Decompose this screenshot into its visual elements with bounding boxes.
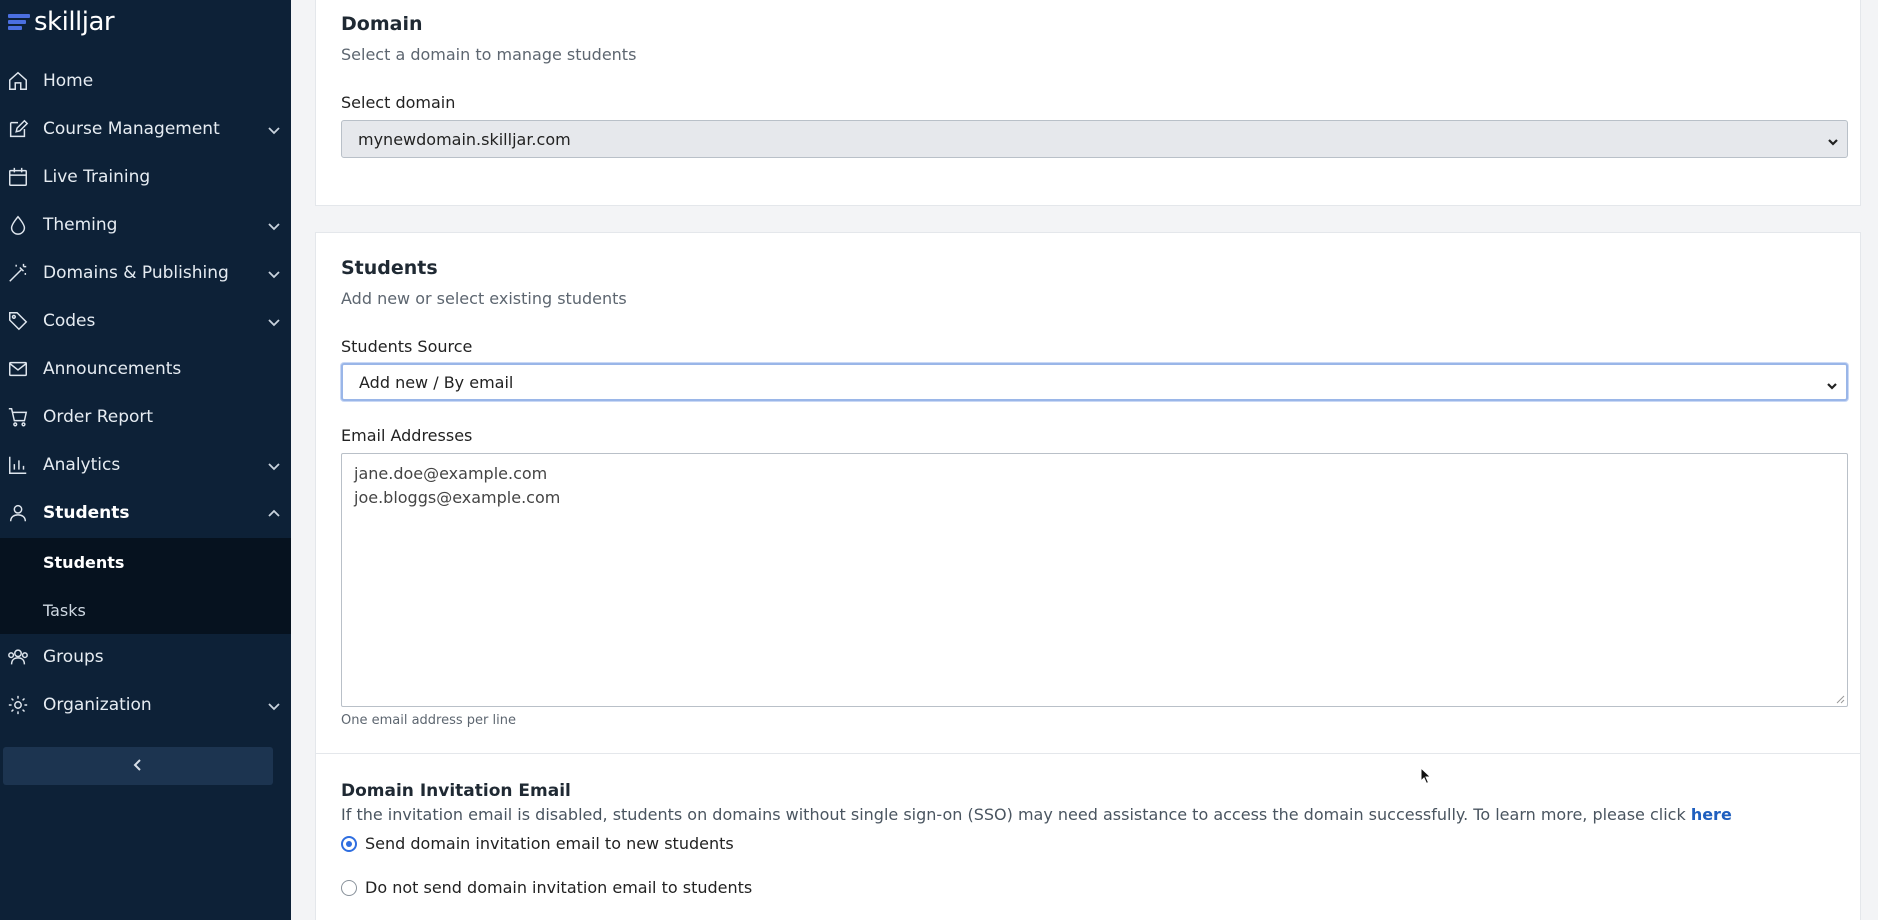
- cart-icon: [7, 406, 29, 428]
- chevron-down-icon: [1826, 377, 1838, 390]
- send-invitation-label: Send domain invitation email to new stud…: [365, 834, 734, 853]
- email-addresses-help: One email address per line: [341, 713, 516, 728]
- sidebar-item-label: Organization: [43, 695, 152, 715]
- subnav-item-label: Tasks: [43, 600, 86, 620]
- sidebar-item-label: Theming: [43, 215, 118, 235]
- resize-handle-icon[interactable]: [1835, 694, 1845, 704]
- invitation-description-text: If the invitation email is disabled, stu…: [341, 805, 1686, 824]
- sidebar-item-label: Announcements: [43, 359, 182, 379]
- domain-card: Domain Select a domain to manage student…: [315, 0, 1861, 206]
- domain-section-title: Domain: [341, 13, 423, 35]
- edit-icon: [7, 118, 29, 140]
- tag-icon: [7, 310, 29, 332]
- sidebar-item-groups[interactable]: Groups: [0, 633, 291, 681]
- send-invitation-radio[interactable]: [341, 835, 357, 852]
- subnav-item-students[interactable]: Students: [0, 538, 291, 586]
- brand-name: skilljar: [34, 7, 115, 37]
- chevron-down-icon: [267, 458, 281, 472]
- domain-select[interactable]: mynewdomain.skilljar.com: [341, 120, 1848, 158]
- students-source-value: Add new / By email: [359, 372, 514, 392]
- bar-chart-icon: [7, 454, 29, 476]
- sidebar-item-label: Home: [43, 71, 94, 91]
- invitation-description: If the invitation email is disabled, stu…: [341, 805, 1732, 824]
- mail-icon: [7, 358, 29, 380]
- sidebar-item-label: Analytics: [43, 455, 121, 475]
- sidebar-item-label: Live Training: [43, 167, 151, 187]
- students-card: Students Add new or select existing stud…: [315, 232, 1861, 920]
- do-not-send-invitation-label: Do not send domain invitation email to s…: [365, 878, 753, 897]
- user-icon: [7, 502, 29, 524]
- email-line: jane.doe@example.com: [354, 464, 548, 483]
- collapse-sidebar-button[interactable]: [3, 747, 273, 785]
- learn-more-link[interactable]: here: [1691, 805, 1732, 824]
- sidebar-item-analytics[interactable]: Analytics: [0, 441, 291, 489]
- sidebar-item-organization[interactable]: Organization: [0, 681, 291, 729]
- mouse-cursor-icon: [1420, 767, 1432, 785]
- do-not-send-invitation-radio[interactable]: [341, 879, 357, 896]
- email-addresses-textarea[interactable]: jane.doe@example.com joe.bloggs@example.…: [341, 453, 1848, 707]
- sidebar-item-label: Groups: [43, 647, 104, 667]
- subnav-item-tasks[interactable]: Tasks: [0, 586, 291, 634]
- students-subnav: Students Tasks: [0, 538, 291, 634]
- sidebar-item-students[interactable]: Students: [0, 489, 291, 537]
- invitation-section-title: Domain Invitation Email: [341, 781, 571, 801]
- sidebar-item-label: Course Management: [43, 119, 220, 139]
- chevron-up-icon: [267, 506, 281, 520]
- chevron-down-icon: [267, 314, 281, 328]
- students-source-label: Students Source: [341, 337, 473, 356]
- users-icon: [7, 646, 29, 668]
- sidebar-item-theming[interactable]: Theming: [0, 201, 291, 249]
- chevron-down-icon: [1827, 133, 1839, 146]
- wand-icon: [7, 262, 29, 284]
- sidebar-item-label: Domains & Publishing: [43, 263, 229, 283]
- calendar-icon: [7, 166, 29, 188]
- chevron-left-icon: [131, 757, 145, 776]
- sidebar: skilljar Home Course Management Live Tra…: [0, 0, 291, 920]
- sidebar-item-label: Order Report: [43, 407, 154, 427]
- logo-mark-icon: [8, 11, 30, 33]
- email-line: joe.bloggs@example.com: [354, 488, 561, 507]
- section-divider: [316, 753, 1860, 754]
- students-section-subtitle: Add new or select existing students: [341, 289, 627, 308]
- home-icon: [7, 70, 29, 92]
- sidebar-item-announcements[interactable]: Announcements: [0, 345, 291, 393]
- students-source-select[interactable]: Add new / By email: [341, 363, 1848, 401]
- chevron-down-icon: [267, 698, 281, 712]
- chevron-down-icon: [267, 266, 281, 280]
- students-section-title: Students: [341, 257, 438, 279]
- send-invitation-option[interactable]: Send domain invitation email to new stud…: [341, 834, 734, 853]
- email-addresses-label: Email Addresses: [341, 426, 473, 445]
- main-content: Domain Select a domain to manage student…: [291, 0, 1878, 920]
- sidebar-item-order-report[interactable]: Order Report: [0, 393, 291, 441]
- gear-icon: [7, 694, 29, 716]
- droplet-icon: [7, 214, 29, 236]
- domain-select-value: mynewdomain.skilljar.com: [358, 129, 571, 149]
- sidebar-item-live-training[interactable]: Live Training: [0, 153, 291, 201]
- chevron-down-icon: [267, 122, 281, 136]
- chevron-down-icon: [267, 218, 281, 232]
- sidebar-item-label: Students: [43, 503, 130, 523]
- domain-section-subtitle: Select a domain to manage students: [341, 45, 637, 64]
- brand-logo[interactable]: skilljar: [8, 6, 115, 38]
- sidebar-item-domains-publishing[interactable]: Domains & Publishing: [0, 249, 291, 297]
- sidebar-item-home[interactable]: Home: [0, 57, 291, 105]
- sidebar-item-codes[interactable]: Codes: [0, 297, 291, 345]
- sidebar-item-course-management[interactable]: Course Management: [0, 105, 291, 153]
- do-not-send-invitation-option[interactable]: Do not send domain invitation email to s…: [341, 878, 752, 897]
- subnav-item-label: Students: [43, 552, 125, 572]
- sidebar-item-label: Codes: [43, 311, 96, 331]
- select-domain-label: Select domain: [341, 93, 456, 112]
